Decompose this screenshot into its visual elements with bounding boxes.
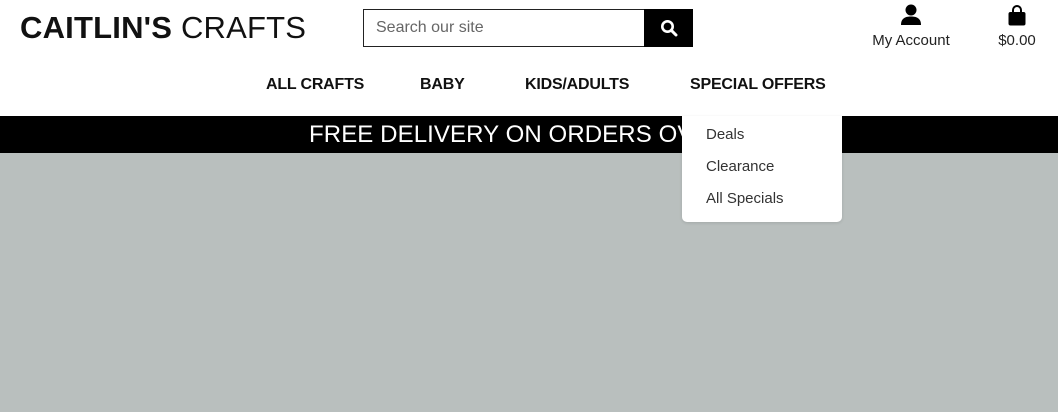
search-button[interactable] xyxy=(644,9,693,47)
my-account-label: My Account xyxy=(872,32,950,49)
dropdown-item-deals[interactable]: Deals xyxy=(706,126,744,143)
nav-item-kids-adults[interactable]: KIDS/ADULTS xyxy=(525,76,629,94)
nav-item-special-offers[interactable]: SPECIAL OFFERS xyxy=(690,76,826,94)
nav-item-baby[interactable]: BABY xyxy=(420,76,465,94)
cart-total: $0.00 xyxy=(998,32,1036,49)
delivery-banner-text: FREE DELIVERY ON ORDERS OVER xyxy=(309,121,728,148)
search-icon xyxy=(660,20,677,37)
my-account-link[interactable]: My Account xyxy=(862,4,960,49)
main-nav: ALL CRAFTS BABY KIDS/ADULTS SPECIAL OFFE… xyxy=(0,76,1058,102)
dropdown-item-all-specials[interactable]: All Specials xyxy=(706,190,784,207)
brand-logo[interactable]: CAITLIN'S CRAFTS xyxy=(20,8,306,48)
search-form xyxy=(363,9,693,47)
delivery-banner: FREE DELIVERY ON ORDERS OVER xyxy=(0,116,1058,153)
site-header: CAITLIN'S CRAFTS My Account $0.00 xyxy=(0,0,1058,116)
brand-name-bold: CAITLIN'S xyxy=(20,10,173,45)
dropdown-item-clearance[interactable]: Clearance xyxy=(706,158,774,175)
hero-image xyxy=(0,153,1058,412)
user-icon xyxy=(901,4,921,25)
brand-name-light: CRAFTS xyxy=(180,10,307,45)
nav-item-all-crafts[interactable]: ALL CRAFTS xyxy=(266,76,364,94)
cart-link[interactable]: $0.00 xyxy=(990,4,1044,49)
search-input[interactable] xyxy=(363,9,644,47)
shopping-bag-icon xyxy=(1008,5,1026,26)
special-offers-dropdown: Deals Clearance All Specials xyxy=(682,116,842,222)
